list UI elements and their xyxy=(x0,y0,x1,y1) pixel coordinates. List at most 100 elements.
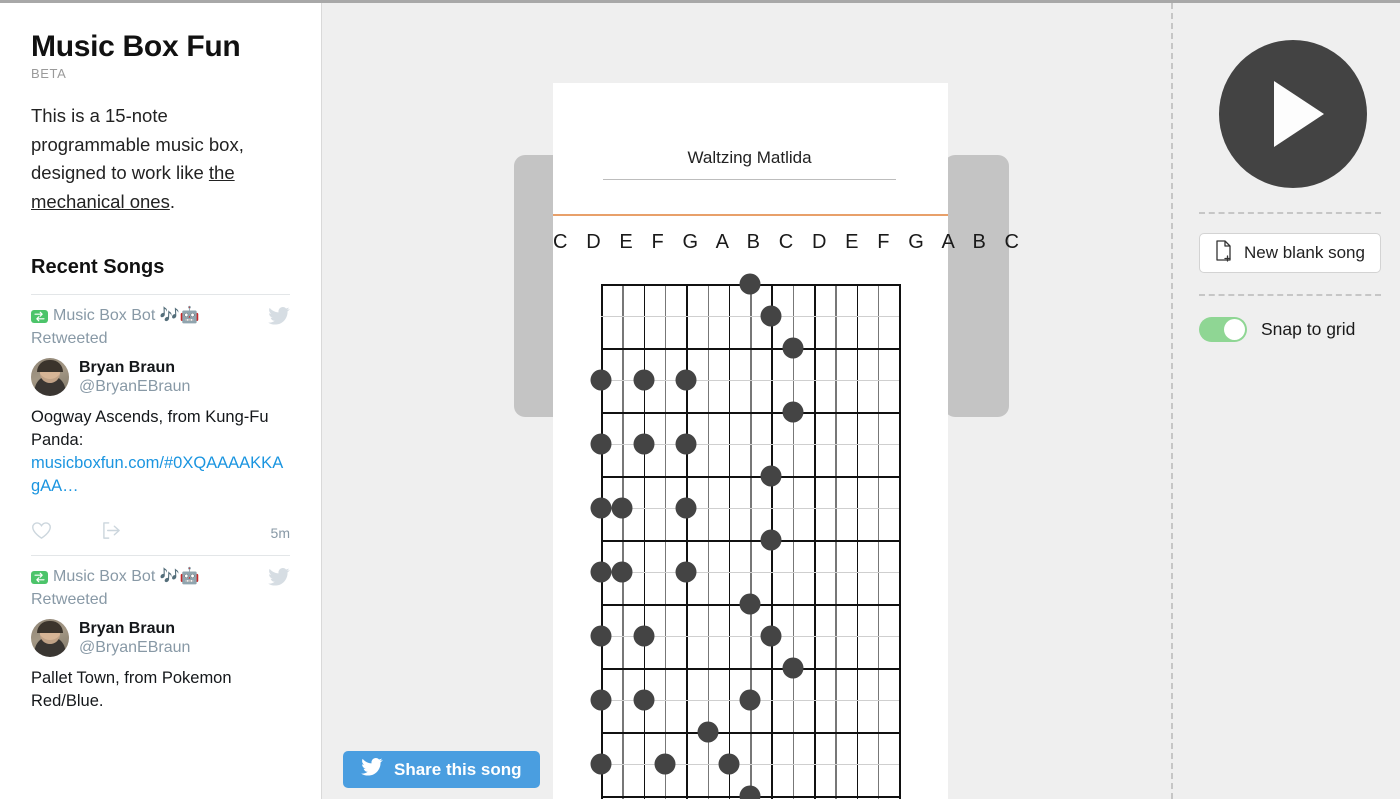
grid-column-line xyxy=(814,284,816,799)
note-dot[interactable] xyxy=(760,529,782,551)
note-dot[interactable] xyxy=(782,657,804,679)
tweet-author[interactable]: Bryan Braun @BryanEBraun xyxy=(31,619,290,657)
grid-row-line xyxy=(601,668,900,670)
share-this-song-button[interactable]: Share this song xyxy=(343,751,540,788)
retweet-header: Music Box Bot 🎶🤖 Retweeted xyxy=(31,306,290,349)
note-dot[interactable] xyxy=(675,497,697,519)
divider xyxy=(1199,212,1381,214)
note-dot[interactable] xyxy=(675,561,697,583)
note-dot[interactable] xyxy=(760,625,782,647)
retweet-label-text: Music Box Bot 🎶🤖 Retweeted xyxy=(31,307,200,347)
note-dot[interactable] xyxy=(739,689,761,711)
grid-column-line xyxy=(643,284,646,799)
list-item[interactable]: Music Box Bot 🎶🤖 Retweeted Bryan Braun @… xyxy=(31,555,290,723)
tweet-author[interactable]: Bryan Braun @BryanEBraun xyxy=(31,358,290,396)
note-dot[interactable] xyxy=(633,369,655,391)
note-dot[interactable] xyxy=(611,561,633,583)
new-blank-song-button[interactable]: New blank song xyxy=(1199,233,1381,273)
note-grid[interactable] xyxy=(590,273,901,799)
retweet-header: Music Box Bot 🎶🤖 Retweeted xyxy=(31,567,290,610)
intro-suffix: . xyxy=(169,190,175,212)
grid-column-line xyxy=(622,284,624,799)
beta-badge: BETA xyxy=(31,66,67,81)
retweet-label: Music Box Bot 🎶🤖 Retweeted xyxy=(31,306,256,349)
note-dot[interactable] xyxy=(739,593,761,615)
share-arrow-icon[interactable] xyxy=(101,521,122,545)
song-title[interactable]: Waltzing Matlida xyxy=(603,148,896,168)
note-dot[interactable] xyxy=(739,273,761,295)
author-display-name: Bryan Braun xyxy=(79,620,176,637)
twitter-bird-icon xyxy=(361,758,383,781)
grid-row-line xyxy=(601,540,900,542)
tweet-timestamp: 5m xyxy=(270,525,290,541)
tweet-body-text: Oogway Ascends, from Kung-Fu Panda: xyxy=(31,408,269,449)
share-button-label: Share this song xyxy=(394,759,522,779)
tweet-body: Oogway Ascends, from Kung-Fu Panda: musi… xyxy=(31,406,290,498)
grid-column-line xyxy=(856,284,859,799)
note-dot[interactable] xyxy=(633,689,655,711)
grid-row-line xyxy=(601,572,900,574)
heart-icon[interactable] xyxy=(31,521,52,545)
note-dot[interactable] xyxy=(782,401,804,423)
tweet-link[interactable]: musicboxfun.com/#0XQAAAAKKAgAA… xyxy=(31,454,283,495)
note-dot[interactable] xyxy=(654,753,676,775)
note-dot[interactable] xyxy=(590,625,612,647)
sidebar: Music Box Fun BETA This is a 15-note pro… xyxy=(0,3,322,799)
snap-to-grid-label: Snap to grid xyxy=(1261,319,1356,339)
author-handle: @BryanEBraun xyxy=(79,639,191,656)
grid-column-line xyxy=(664,284,667,799)
note-dot[interactable] xyxy=(590,561,612,583)
recent-songs-heading: Recent Songs xyxy=(31,256,165,278)
tweet-body: Pallet Town, from Pokemon Red/Blue. xyxy=(31,669,232,710)
note-dot[interactable] xyxy=(697,721,718,743)
play-icon xyxy=(1274,81,1324,147)
avatar xyxy=(31,358,69,396)
app-root: Music Box Fun BETA This is a 15-note pro… xyxy=(0,0,1400,799)
grid-column-line xyxy=(686,284,688,799)
grid-column-line xyxy=(792,284,795,799)
note-dot[interactable] xyxy=(675,369,697,391)
play-button[interactable] xyxy=(1219,40,1367,188)
grid-column-line xyxy=(835,284,837,799)
note-dot[interactable] xyxy=(782,337,804,359)
grid-row-line xyxy=(601,764,900,766)
grid-column-line xyxy=(601,284,603,799)
grid-row-line xyxy=(601,412,900,414)
snap-to-grid-toggle[interactable] xyxy=(1199,317,1247,342)
grid-row-line xyxy=(601,732,900,734)
twitter-bird-icon xyxy=(268,307,290,330)
note-dot[interactable] xyxy=(739,785,761,799)
note-dot[interactable] xyxy=(675,433,697,455)
author-display-name: Bryan Braun xyxy=(79,359,176,376)
note-dot[interactable] xyxy=(590,433,612,455)
new-blank-song-label: New blank song xyxy=(1244,243,1365,262)
note-dot[interactable] xyxy=(611,497,633,519)
grid-row-line xyxy=(601,508,900,510)
note-dot[interactable] xyxy=(590,753,612,775)
divider xyxy=(1199,294,1381,296)
snap-to-grid-row[interactable]: Snap to grid xyxy=(1199,317,1355,342)
note-dot[interactable] xyxy=(633,433,655,455)
retweet-icon xyxy=(31,570,48,590)
page-title: Music Box Fun xyxy=(31,30,241,63)
list-item[interactable]: Music Box Bot 🎶🤖 Retweeted Bryan Braun @… xyxy=(31,294,290,555)
note-dot[interactable] xyxy=(590,497,612,519)
note-dot[interactable] xyxy=(633,625,655,647)
song-title-field[interactable]: Waltzing Matlida xyxy=(603,148,896,180)
note-dot[interactable] xyxy=(760,465,782,487)
avatar xyxy=(31,619,69,657)
sheet-accent-rule xyxy=(553,214,948,216)
controls-panel: New blank song Snap to grid xyxy=(1171,3,1400,799)
grid-column-line xyxy=(750,284,752,799)
grid-column-line xyxy=(899,284,901,799)
note-dot[interactable] xyxy=(590,369,612,391)
note-dot[interactable] xyxy=(760,305,782,327)
note-dot[interactable] xyxy=(718,753,740,775)
toggle-knob xyxy=(1224,319,1245,340)
retweet-label: Music Box Bot 🎶🤖 Retweeted xyxy=(31,567,256,610)
author-names: Bryan Braun @BryanEBraun xyxy=(79,358,190,396)
grid-row-line xyxy=(601,316,900,318)
note-dot[interactable] xyxy=(590,689,612,711)
song-sheet: Waltzing Matlida C D E F G A B C D E F G… xyxy=(553,83,1019,799)
twitter-bird-icon xyxy=(268,568,290,591)
